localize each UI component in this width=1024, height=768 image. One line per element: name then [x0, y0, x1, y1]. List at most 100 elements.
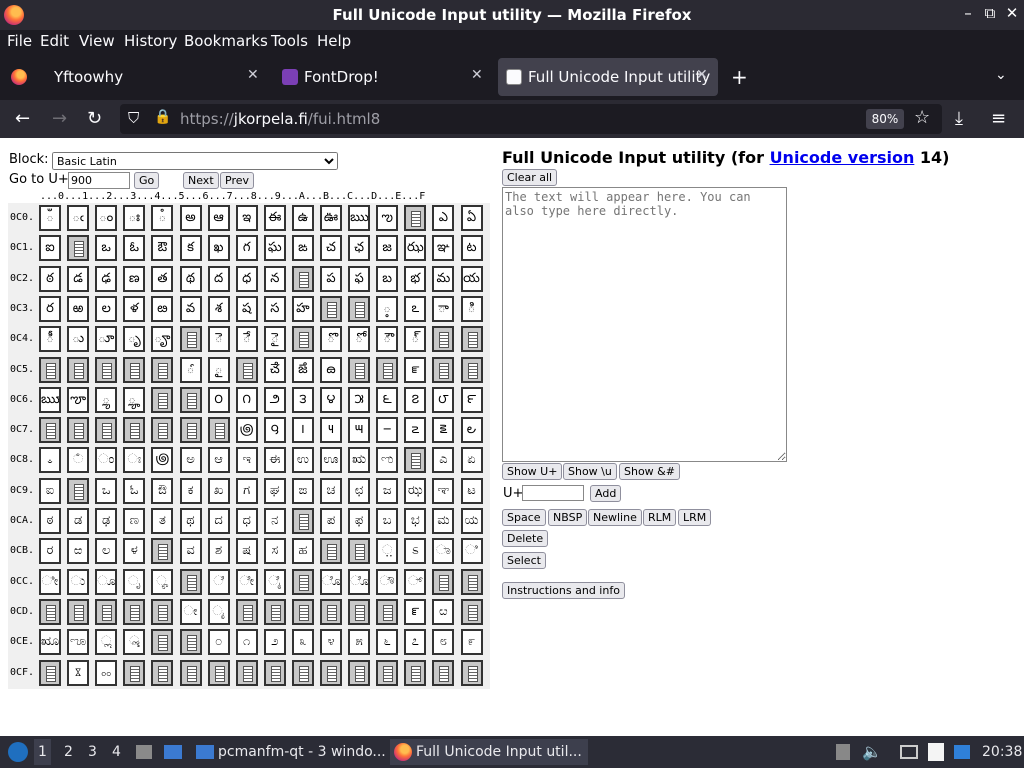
network-tray-icon[interactable]: [954, 745, 970, 759]
char-cell[interactable]: ಣ: [123, 508, 146, 534]
char-cell[interactable]: ು: [67, 568, 90, 595]
url-text[interactable]: https://jkorpela.fi/fui.html8: [180, 110, 380, 128]
char-cell[interactable]: [179, 659, 202, 686]
char-cell[interactable]: [348, 295, 371, 322]
char-cell[interactable]: ೝ: [404, 598, 427, 625]
char-cell[interactable]: ಏ: [460, 447, 483, 474]
char-cell[interactable]: [320, 598, 342, 625]
char-cell[interactable]: [123, 356, 146, 383]
char-cell[interactable]: ಅ: [179, 447, 202, 474]
char-cell[interactable]: [151, 629, 174, 656]
char-cell[interactable]: [291, 508, 314, 534]
char-cell[interactable]: ళ: [123, 295, 146, 322]
char-cell[interactable]: [123, 659, 146, 686]
zoom-level-badge[interactable]: 80%: [866, 109, 904, 129]
char-cell[interactable]: ి: [460, 295, 483, 322]
char-cell[interactable]: ೇ: [235, 568, 258, 595]
tab-full-unicode-input[interactable]: Full Unicode Input utility ✕: [498, 58, 718, 96]
next-button[interactable]: Next: [183, 172, 219, 189]
back-arrow-icon[interactable]: ←: [15, 108, 30, 129]
char-cell[interactable]: స: [263, 295, 286, 322]
char-cell[interactable]: ಖ: [207, 477, 230, 504]
char-cell[interactable]: ఆ: [207, 205, 230, 231]
char-cell[interactable]: ౹: [291, 417, 314, 444]
char-cell[interactable]: [404, 205, 427, 231]
char-cell[interactable]: ఽ: [404, 295, 427, 322]
char-cell[interactable]: [179, 568, 202, 595]
prev-button[interactable]: Prev: [220, 172, 254, 189]
char-cell[interactable]: ౺: [320, 417, 342, 444]
char-cell[interactable]: ಛ: [348, 477, 371, 504]
char-cell[interactable]: ా: [432, 295, 455, 322]
char-cell[interactable]: ఼: [376, 295, 399, 322]
char-cell[interactable]: [320, 538, 342, 565]
char-cell[interactable]: [404, 659, 427, 686]
char-cell[interactable]: ౙ: [291, 356, 314, 383]
char-cell[interactable]: ఄ: [151, 205, 174, 231]
char-cell[interactable]: ఴ: [151, 295, 174, 322]
char-cell[interactable]: [67, 598, 90, 625]
char-cell[interactable]: థ: [179, 265, 202, 292]
char-cell[interactable]: ౩: [291, 386, 314, 413]
char-cell[interactable]: [348, 659, 371, 686]
char-cell[interactable]: [460, 659, 483, 686]
char-cell[interactable]: ಓ: [123, 477, 146, 504]
char-cell[interactable]: ೀ: [39, 568, 61, 595]
firefox-view-icon[interactable]: [11, 69, 27, 85]
char-cell[interactable]: [291, 568, 314, 595]
char-cell[interactable]: ఠ: [39, 265, 61, 292]
char-cell[interactable]: [67, 477, 90, 504]
char-cell[interactable]: ో: [348, 326, 371, 353]
char-cell[interactable]: ಘ: [263, 477, 286, 504]
char-cell[interactable]: ౧: [235, 386, 258, 413]
char-cell[interactable]: ై: [263, 326, 286, 353]
char-cell[interactable]: ಜ: [376, 477, 399, 504]
downloads-icon[interactable]: ⤓: [955, 108, 963, 129]
char-cell[interactable]: ౠ: [39, 386, 61, 413]
char-cell[interactable]: బ: [376, 265, 399, 292]
char-cell[interactable]: ೨: [263, 629, 286, 656]
char-cell[interactable]: ಈ: [263, 447, 286, 474]
char-cell[interactable]: ಟ: [460, 477, 483, 504]
close-tab-icon[interactable]: ✕: [696, 67, 708, 83]
char-cell[interactable]: [179, 629, 202, 656]
char-cell[interactable]: ఎ: [432, 205, 455, 231]
char-cell[interactable]: ರ: [39, 538, 61, 565]
char-cell[interactable]: ౿: [460, 417, 483, 444]
char-cell[interactable]: [348, 538, 371, 565]
task-pcmanfm[interactable]: pcmanfm-qt - 3 windo...: [192, 739, 386, 765]
char-cell[interactable]: ಗ: [235, 477, 258, 504]
char-cell[interactable]: [460, 356, 483, 383]
char-cell[interactable]: ಄: [151, 447, 174, 474]
char-cell[interactable]: ಿ: [460, 538, 483, 565]
char-cell[interactable]: [179, 326, 202, 353]
clipboard-tray-icon[interactable]: [836, 744, 850, 760]
lock-icon[interactable]: 🔒: [154, 109, 171, 125]
char-cell[interactable]: ౫: [348, 386, 371, 413]
url-bar[interactable]: ⛉ 🔒 https://jkorpela.fi/fui.html8 80% ☆: [120, 104, 942, 134]
char-cell[interactable]: ౢ: [95, 386, 118, 413]
char-cell[interactable]: ఌ: [376, 205, 399, 231]
char-cell[interactable]: ೫: [348, 629, 371, 656]
char-cell[interactable]: ప: [320, 265, 342, 292]
volume-icon[interactable]: 🔈: [862, 742, 882, 761]
char-cell[interactable]: ె: [207, 326, 230, 353]
char-cell[interactable]: ೕ: [179, 598, 202, 625]
close-window-icon[interactable]: ✕: [1002, 4, 1022, 22]
char-cell[interactable]: ೌ: [376, 568, 399, 595]
char-cell[interactable]: శ: [207, 295, 230, 322]
menu-view[interactable]: View: [79, 32, 115, 50]
char-cell[interactable]: క: [179, 235, 202, 262]
char-cell[interactable]: [460, 326, 483, 353]
char-cell[interactable]: [67, 417, 90, 444]
char-cell[interactable]: [207, 417, 230, 444]
char-cell[interactable]: ర: [39, 295, 61, 322]
char-cell[interactable]: [432, 659, 455, 686]
char-cell[interactable]: [291, 659, 314, 686]
char-cell[interactable]: ಥ: [179, 508, 202, 534]
char-cell[interactable]: ೦: [207, 629, 230, 656]
char-cell[interactable]: ಕ: [179, 477, 202, 504]
char-cell[interactable]: [95, 356, 118, 383]
char-cell[interactable]: ఁ: [67, 205, 90, 231]
char-cell[interactable]: ಂ: [95, 447, 118, 474]
